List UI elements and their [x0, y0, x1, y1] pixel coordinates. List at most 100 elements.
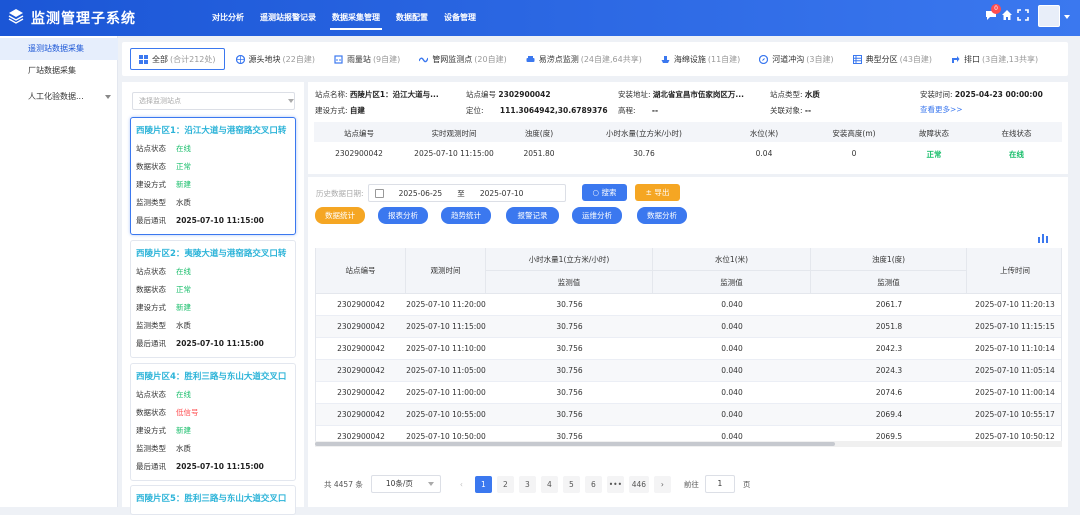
page-button[interactable]: 3 [518, 475, 536, 493]
bar-chart-icon[interactable] [1037, 233, 1049, 243]
rt-header: 故障状态 [919, 129, 949, 138]
nav-data-config[interactable]: 数据配置 [388, 0, 436, 36]
top-bar: 监测管理子系统 对比分析 遥测站报警记录 数据采集管理 数据配置 设备管理 0 [0, 0, 1080, 36]
realtime-table: 站点编号 实时观测时间 浊度(度) 小时水量(立方米/小时) 水位(米) 安装高… [314, 122, 1062, 166]
date-separator: 至 [457, 188, 465, 198]
info-name: 站点名称: 西陵片区1：沿江大道与... [315, 90, 439, 99]
sidebar-item-plant[interactable]: 厂站数据采集 [0, 60, 118, 82]
prev-page-icon[interactable]: ‹ [452, 475, 470, 493]
info-elevation: 高程: -- [618, 106, 659, 115]
home-icon[interactable] [1001, 9, 1013, 21]
goto-page-input[interactable]: 1 [704, 475, 735, 493]
nav-compare[interactable]: 对比分析 [204, 0, 252, 36]
search-button[interactable]: ○ 搜索 [582, 184, 627, 201]
info-install-time: 安装时间: 2025-04-23 00:00:00 [920, 90, 1043, 99]
rt-header: 实时观测时间 [431, 129, 477, 138]
station-card[interactable]: 西陵片区4：胜利三路与东山大道交叉口 站点状态 在线 数据状态 低信号 建设方式 新建… [130, 363, 296, 481]
station-card[interactable]: 西陵片区1：沿江大道与港窑路交叉口转 站点状态 在线 数据状态 正常 建设方式 新建 … [130, 117, 296, 235]
start-date: 2025-06-25 [398, 188, 443, 198]
filter-flood-point[interactable]: 易涝点监测 (24自建,64共享) [518, 48, 650, 70]
rt-header: 浊度(度) [524, 129, 554, 138]
filter-sponge-facility[interactable]: 海绵设施 (11自建) [653, 48, 748, 70]
side-nav: 遥测站数据采集 厂站数据采集 人工化验数据... [0, 36, 118, 507]
fault-status: 正常 [926, 150, 942, 159]
station-info-panel: 站点名称: 西陵片区1：沿江大道与... 站点编号 2302900042 安装地… [308, 82, 1068, 174]
th-turbidity: 浊度1(度) [811, 248, 967, 271]
station-name: 西陵片区2：夷陵大道与港窑路交叉口转 [136, 249, 287, 259]
tab-maintenance[interactable]: 运维分析 [572, 207, 622, 224]
rt-cell: 2302900042 [335, 149, 383, 158]
station-card[interactable]: 西陵片区2：夷陵大道与港窑路交叉口转 站点状态 在线 数据状态 正常 建设方式 新建 … [130, 240, 296, 358]
last-comm: 2025-07-10 11:15:00 [176, 339, 264, 348]
nav-alarm-records[interactable]: 遥测站报警记录 [252, 0, 324, 36]
message-icon[interactable]: 0 [985, 4, 1001, 21]
page-button[interactable]: 446 [628, 475, 649, 493]
filter-all[interactable]: 全部 (合计212处) [130, 48, 225, 70]
user-avatar[interactable] [1038, 5, 1060, 27]
globe-icon [235, 54, 245, 64]
filter-typical-zone[interactable]: 典型分区 (43自建) [845, 48, 940, 70]
horizontal-scrollbar[interactable] [315, 441, 1062, 447]
user-menu-chevron-icon[interactable] [1064, 15, 1070, 19]
info-position: 定位: 111.3064942,30.6789376 [466, 106, 608, 115]
rt-header: 水位(米) [749, 129, 779, 138]
monitor-type: 水质 [176, 321, 191, 330]
build-type: 新建 [176, 426, 191, 435]
sidebar-item-telemetry[interactable]: 遥测站数据采集 [0, 38, 118, 60]
page-size-select[interactable]: 10条/页 [370, 475, 441, 493]
station-select[interactable]: 选择监测站点 [132, 92, 295, 110]
tab-alarm-records[interactable]: 报警记录 [506, 207, 559, 224]
nav-device-mgmt[interactable]: 设备管理 [436, 0, 484, 36]
monitor-type: 水质 [176, 444, 191, 453]
page-button[interactable]: 5 [562, 475, 580, 493]
sidebar-item-manual[interactable]: 人工化验数据... [0, 86, 118, 108]
table-row: 2302900042 2025-07-10 11:05:00 30.756 0.040… [316, 360, 1061, 382]
rt-header: 小时水量(立方米/小时) [606, 129, 682, 138]
main-nav: 对比分析 遥测站报警记录 数据采集管理 数据配置 设备管理 [204, 0, 484, 36]
export-button[interactable]: ± 导出 [635, 184, 680, 201]
rain-gauge-icon [334, 54, 343, 64]
page-button[interactable]: 4 [540, 475, 558, 493]
layers-logo-icon [8, 9, 24, 24]
fullscreen-icon[interactable] [1017, 9, 1029, 21]
rt-header: 安装高度(m) [832, 129, 876, 138]
page-button[interactable]: 1 [474, 475, 492, 493]
grid-icon [139, 54, 148, 64]
tab-data-analysis[interactable]: 数据分析 [637, 207, 687, 224]
station-name: 西陵片区1：沿江大道与港窑路交叉口转 [136, 126, 287, 136]
build-type: 新建 [176, 303, 191, 312]
category-filter-bar: 全部 (合计212处) 源头地块 (22自建) 雨量站 (9自建) 管网监测点 (20自… [122, 42, 1068, 76]
history-table: 站点编号 观测时间 小时水量1(立方米/小时) 水位1(米) 浊度1(度) 监测… [315, 248, 1062, 441]
more-pages-button[interactable]: ••• [606, 475, 624, 493]
tab-report-analysis[interactable]: 报表分析 [378, 207, 428, 224]
online-status: 在线 [1009, 150, 1024, 159]
filter-pipe-monitor[interactable]: 管网监测点 (20自建) [411, 48, 514, 70]
tab-trend-stats[interactable]: 趋势统计 [441, 207, 491, 224]
info-address: 安装地址: 湖北省宜昌市伍家岗区万... [618, 90, 744, 99]
filter-rain-station[interactable]: 雨量站 (9自建) [326, 48, 408, 70]
table-row: 2302900042 2025-07-10 11:20:00 30.756 0.040… [316, 294, 1061, 316]
page-button[interactable]: 2 [496, 475, 514, 493]
view-more-link[interactable]: 查看更多>> [920, 104, 963, 115]
compass-icon [759, 54, 769, 64]
filter-river-channel[interactable]: 河道冲沟 (3自建) [751, 48, 841, 70]
tab-data-stats[interactable]: 数据统计 [315, 207, 365, 224]
next-page-icon[interactable]: › [653, 475, 671, 493]
calendar-icon [374, 188, 384, 198]
th-time: 观测时间 [406, 248, 486, 294]
pagination: 共 4457 条 10条/页 ‹ 1 2 3 4 5 6 ••• 446 › 前… [324, 475, 756, 493]
filter-outlet[interactable]: 排口 (3自建,13共享) [943, 48, 1046, 70]
date-range-picker[interactable]: 2025-06-25 至 2025-07-10 [367, 184, 566, 202]
car-icon [526, 55, 535, 62]
station-list-panel: 选择监测站点 西陵片区1：沿江大道与港窑路交叉口转 站点状态 在线 数据状态 正常 … [122, 82, 304, 515]
notice-badge: 0 [991, 4, 1001, 14]
page-button[interactable]: 6 [584, 475, 602, 493]
th-code: 站点编号 [316, 248, 406, 294]
last-comm: 2025-07-10 11:15:00 [176, 462, 264, 471]
filter-source-plot[interactable]: 源头地块 (22自建) [228, 48, 323, 70]
wave-icon [419, 57, 429, 62]
nav-data-collection[interactable]: 数据采集管理 [324, 0, 388, 36]
station-name: 西陵片区5：胜利三路与东山大道交叉口 [136, 494, 287, 504]
history-date-label: 历史数据日期: [316, 188, 364, 198]
station-card[interactable]: 西陵片区5：胜利三路与东山大道交叉口 [130, 485, 296, 515]
